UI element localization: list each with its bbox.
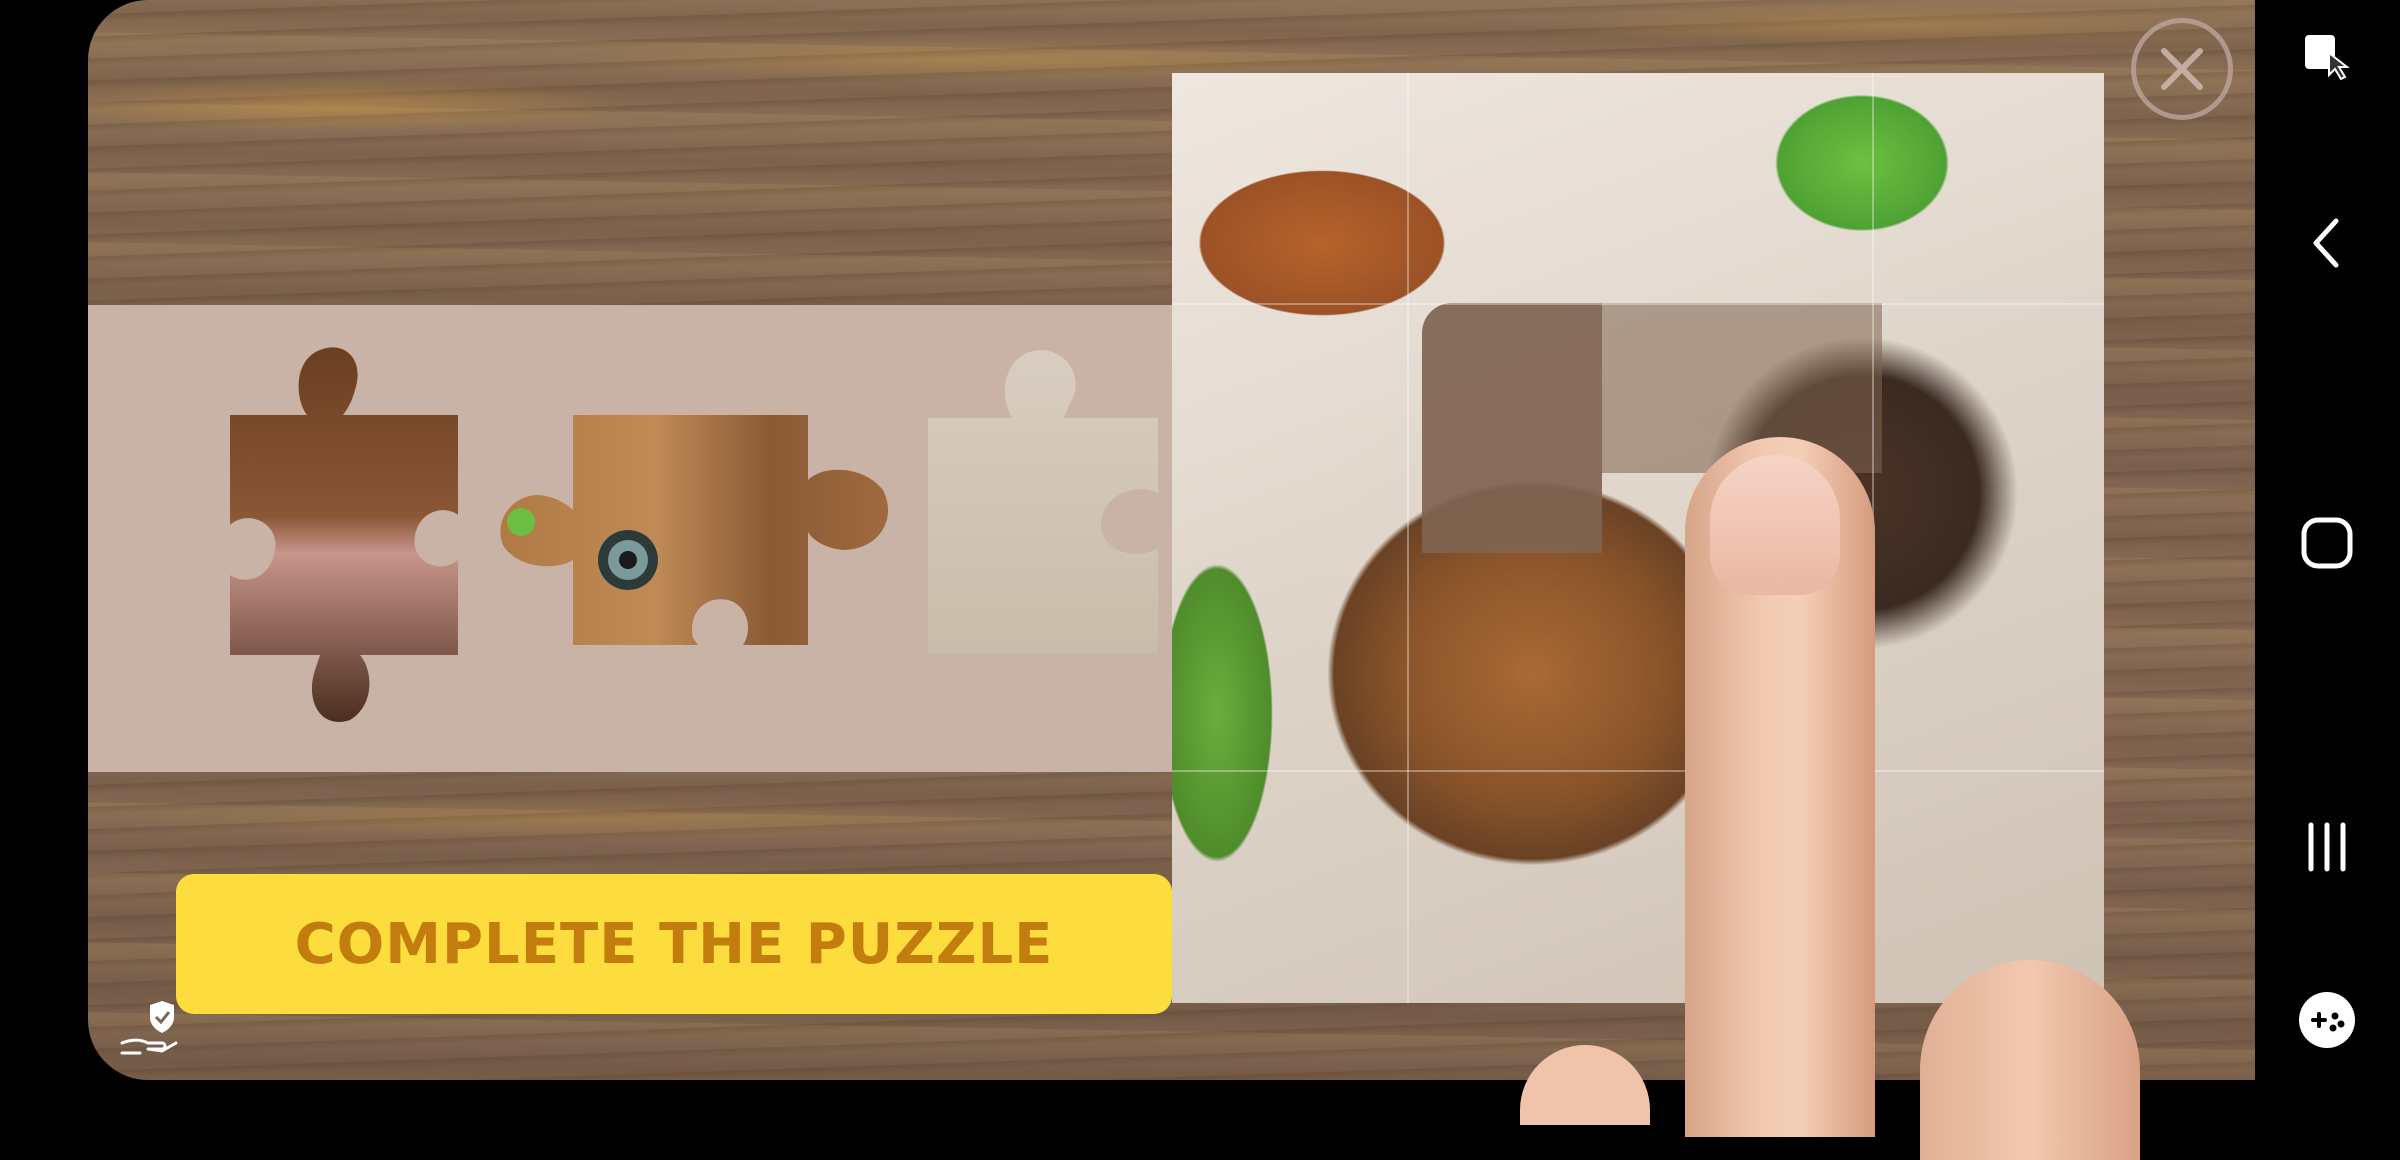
screenshot-touch-icon[interactable]: [2292, 20, 2362, 90]
close-button[interactable]: [2131, 18, 2233, 120]
complete-puzzle-button[interactable]: COMPLETE THE PUZZLE: [176, 874, 1172, 1014]
game-booster-icon[interactable]: [2292, 985, 2362, 1055]
puzzle-piece[interactable]: [923, 333, 1163, 663]
hand-shield-icon[interactable]: [118, 995, 182, 1059]
close-icon: [2161, 48, 2203, 90]
pieces-tray: [88, 305, 1260, 772]
back-icon[interactable]: [2292, 208, 2362, 278]
puzzle-image[interactable]: [1172, 73, 2104, 1003]
recents-icon[interactable]: [2292, 812, 2362, 882]
home-icon[interactable]: [2292, 508, 2362, 578]
puzzle-piece[interactable]: [225, 330, 465, 735]
empty-slot: [1422, 303, 1602, 553]
puzzle-piece[interactable]: [493, 410, 898, 660]
